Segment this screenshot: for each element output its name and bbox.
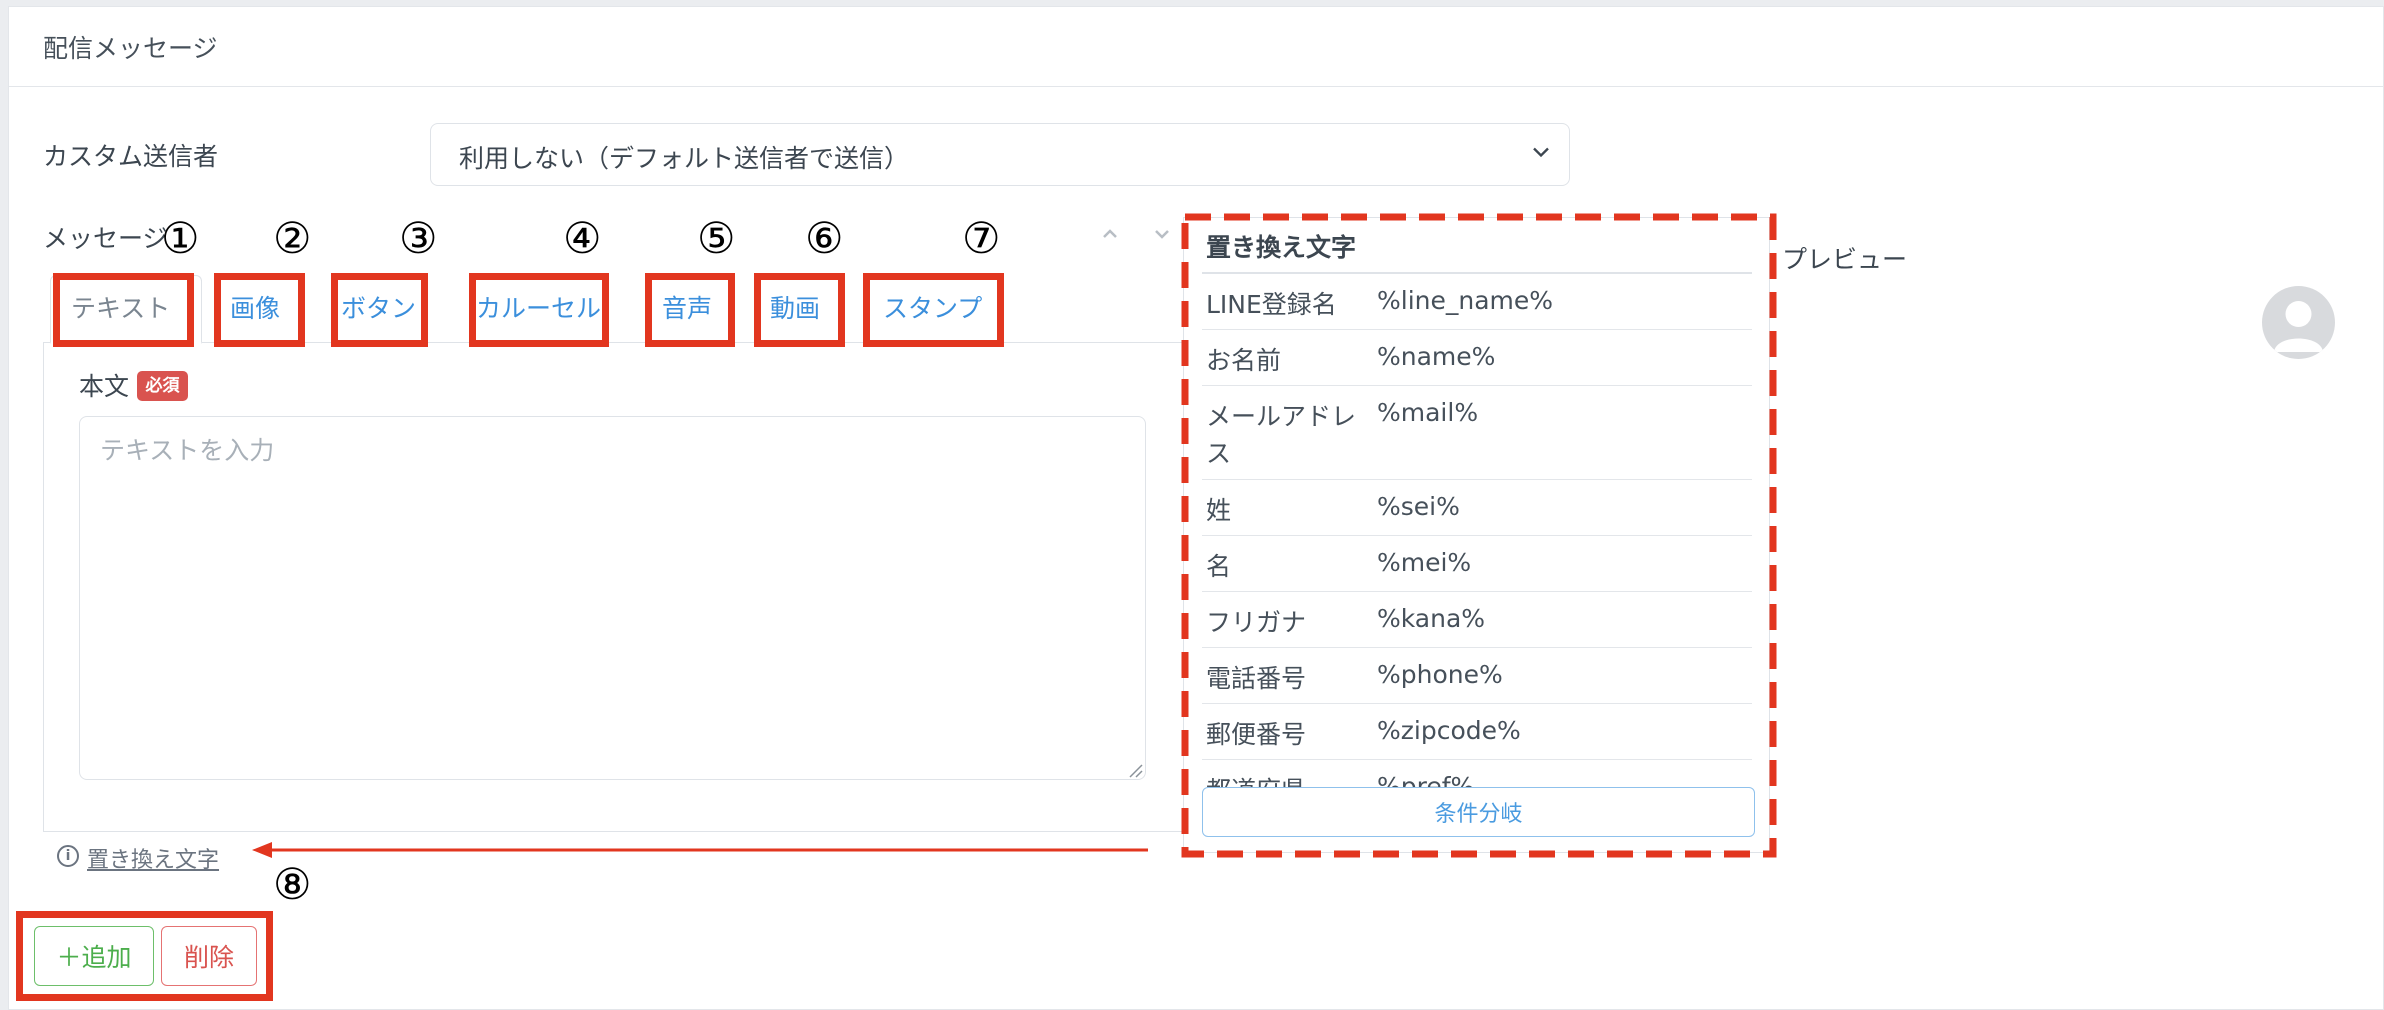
required-badge: 必須 <box>137 371 188 401</box>
chevron-down-icon[interactable] <box>1150 222 1174 246</box>
preview-label: プレビュー <box>1782 245 1908 274</box>
replace-text-link[interactable]: 置き換え文字 <box>87 842 219 874</box>
card-title: 配信メッセージ <box>43 34 218 63</box>
info-icon: i <box>57 845 79 867</box>
tab-carousel[interactable]: カルーセル <box>476 294 601 324</box>
annotation-number-8: ⑧ <box>273 860 312 910</box>
chevron-up-icon[interactable] <box>1098 222 1122 246</box>
annotation-number-5: ⑤ <box>697 214 736 264</box>
tab-button[interactable]: ボタン <box>341 294 416 324</box>
delete-button[interactable]: 削除 <box>161 926 257 986</box>
annotation-dashed-box <box>1181 213 1777 858</box>
card-header: 配信メッセージ <box>9 7 2383 87</box>
custom-sender-select[interactable]: 利用しない（デフォルト送信者で送信） <box>430 123 1570 186</box>
custom-sender-label: カスタム送信者 <box>43 142 219 171</box>
annotation-number-1: ① <box>161 214 200 264</box>
add-button[interactable]: ＋追加 <box>34 926 154 986</box>
resize-grip-icon[interactable] <box>1127 762 1143 778</box>
annotation-number-3: ③ <box>399 214 438 264</box>
tab-video[interactable]: 動画 <box>770 294 820 324</box>
tab-audio[interactable]: 音声 <box>662 294 712 324</box>
tab-image[interactable]: 画像 <box>230 294 280 324</box>
tab-text[interactable]: テキスト <box>71 294 170 324</box>
annotation-number-4: ④ <box>563 214 602 264</box>
arrow-left-icon <box>252 842 1148 858</box>
chevron-down-icon <box>1533 147 1549 158</box>
message-label: メッセージ <box>43 224 168 253</box>
annotation-number-7: ⑦ <box>962 214 1001 264</box>
avatar-icon <box>2262 286 2335 359</box>
custom-sender-value: 利用しない（デフォルト送信者で送信） <box>459 144 910 173</box>
annotation-number-6: ⑥ <box>805 214 844 264</box>
annotation-number-2: ② <box>273 214 312 264</box>
tab-stamp[interactable]: スタンプ <box>883 294 982 324</box>
body-label: 本文 <box>79 372 130 401</box>
body-textarea[interactable] <box>79 416 1146 780</box>
